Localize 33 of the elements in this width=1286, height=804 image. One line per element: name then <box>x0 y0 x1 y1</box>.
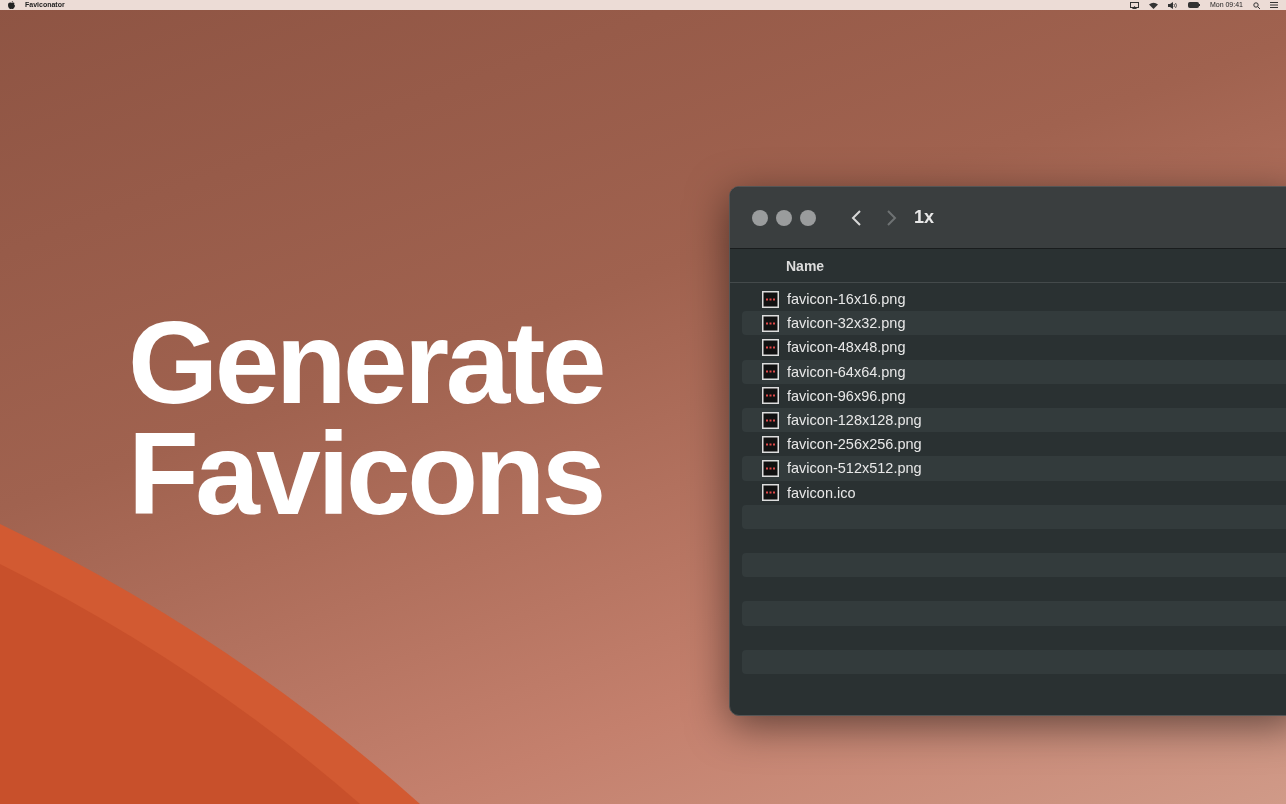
image-file-icon <box>762 484 779 502</box>
image-file-icon <box>762 314 779 332</box>
file-name[interactable]: favicon-16x16.png <box>787 291 906 308</box>
search-icon[interactable] <box>1253 1 1260 9</box>
image-file-icon <box>762 363 779 381</box>
display-icon[interactable] <box>1129 1 1139 9</box>
zoom-button[interactable] <box>800 209 816 226</box>
headline-line: Favicons <box>128 419 603 530</box>
image-file-icon <box>762 411 779 429</box>
file-name[interactable]: favicon.ico <box>787 484 856 501</box>
window-title: 1x <box>914 207 935 228</box>
apple-icon[interactable] <box>8 1 15 9</box>
back-button[interactable] <box>850 208 863 227</box>
file-name[interactable]: favicon-48x48.png <box>787 339 906 356</box>
list-icon[interactable] <box>1270 2 1278 8</box>
file-name[interactable]: favicon-64x64.png <box>787 363 906 380</box>
file-name[interactable]: favicon-256x256.png <box>787 436 922 453</box>
file-name[interactable]: favicon-96x96.png <box>787 387 906 404</box>
image-file-icon <box>762 435 779 453</box>
image-file-icon <box>762 290 779 308</box>
battery-icon[interactable] <box>1187 2 1200 8</box>
file-name[interactable]: favicon-512x512.png <box>787 460 922 477</box>
volume-icon[interactable] <box>1167 1 1178 9</box>
image-file-icon <box>762 459 779 477</box>
wifi-icon[interactable] <box>1148 1 1158 9</box>
file-name[interactable]: favicon-32x32.png <box>787 315 906 332</box>
column-header[interactable]: Name <box>786 257 825 274</box>
file-name[interactable]: favicon-128x128.png <box>787 412 922 429</box>
close-button[interactable] <box>752 209 768 226</box>
headline-line: Generate <box>128 308 603 419</box>
image-file-icon <box>762 338 779 356</box>
image-file-icon <box>762 387 779 405</box>
minimize-button[interactable] <box>776 209 792 226</box>
